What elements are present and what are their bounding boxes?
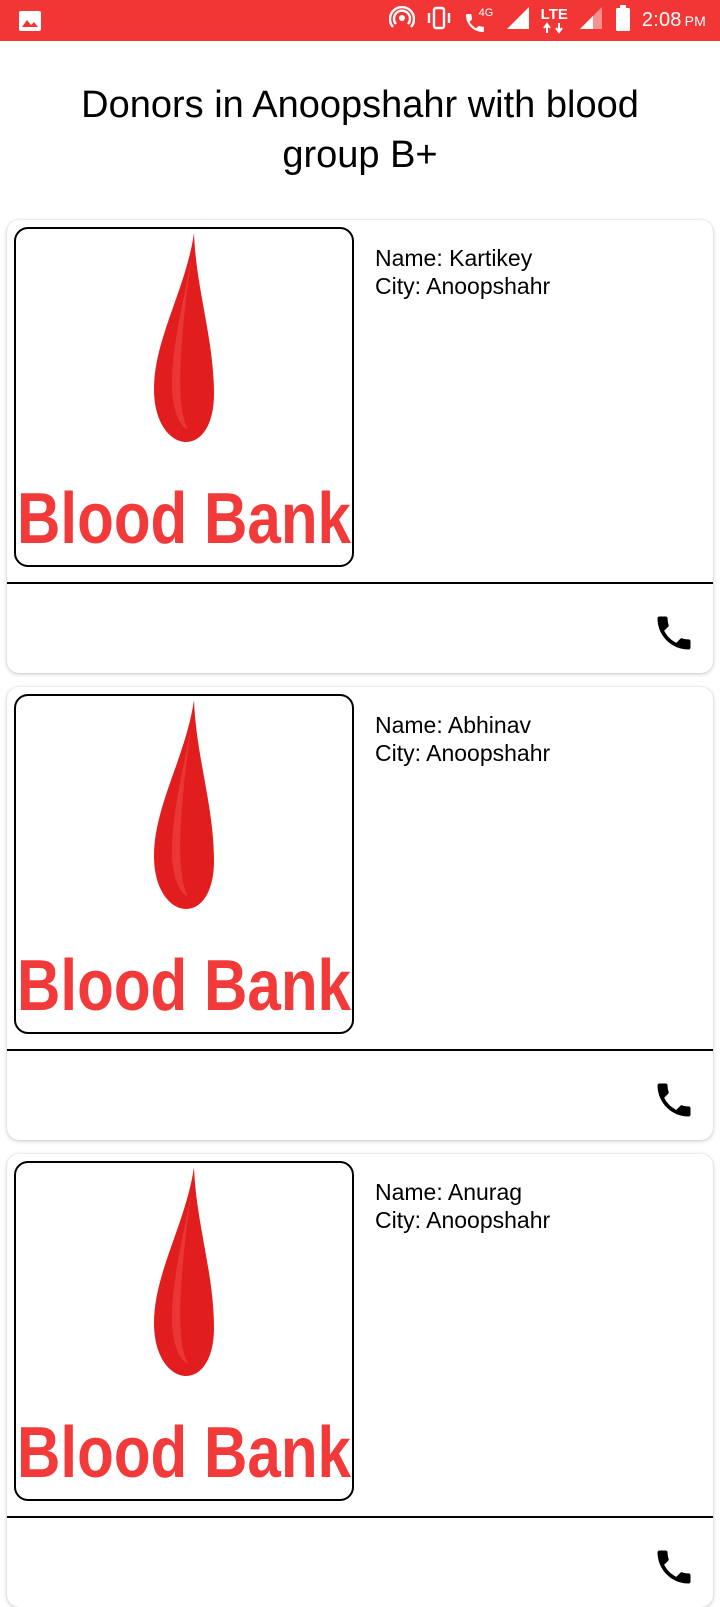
donor-card: Blood Bank Name: Abhinav City: Anoopshah…	[7, 687, 713, 1140]
clock-time: 2:08	[641, 9, 682, 31]
logo-text: Blood Bank	[17, 1413, 352, 1493]
logo-text: Blood Bank	[17, 479, 352, 559]
donor-name: Name: Abhinav	[375, 712, 531, 738]
battery-icon	[614, 4, 632, 37]
call-button[interactable]	[651, 610, 697, 656]
blood-bank-logo: Blood Bank	[14, 694, 354, 1034]
donor-info: Name: Abhinav City: Anoopshahr	[375, 711, 550, 767]
donor-city: City: Anoopshahr	[375, 273, 551, 299]
blood-bank-logo: Blood Bank	[14, 227, 354, 567]
donor-city: City: Anoopshahr	[375, 740, 551, 766]
clock-ampm: PM	[684, 13, 706, 29]
donor-info: Name: Kartikey City: Anoopshahr	[375, 244, 550, 300]
donor-city: City: Anoopshahr	[375, 1207, 551, 1233]
status-bar: 4G LTE 2:08 PM	[0, 0, 720, 41]
call-button[interactable]	[651, 1544, 697, 1590]
logo-text: Blood Bank	[17, 946, 352, 1026]
phone-icon	[657, 1083, 691, 1117]
divider	[7, 582, 713, 584]
page-title: Donors in Anoopshahr with blood group B+	[81, 84, 639, 176]
network-lte-label: LTE	[540, 5, 568, 23]
clock: 2:08 PM	[642, 9, 706, 32]
blood-bank-logo: Blood Bank	[14, 1161, 354, 1501]
network-4g-label: 4G	[478, 6, 494, 19]
phone-icon	[657, 616, 691, 650]
call-button[interactable]	[651, 1077, 697, 1123]
divider	[7, 1516, 713, 1518]
donor-info: Name: Anurag City: Anoopshahr	[375, 1178, 550, 1234]
divider	[7, 1049, 713, 1051]
wifi-call-icon: 4G	[463, 6, 495, 34]
signal-icon	[505, 5, 531, 36]
lte-icon: LTE	[540, 5, 568, 34]
donor-card: Blood Bank Name: Kartikey City: Anoopsha…	[7, 220, 713, 673]
phone-icon	[657, 1550, 691, 1584]
vibrate-icon	[425, 5, 453, 36]
signal-icon	[578, 5, 604, 36]
image-icon	[18, 9, 42, 38]
donor-card: Blood Bank Name: Anurag City: Anoopshahr	[7, 1154, 713, 1607]
donor-name: Name: Anurag	[375, 1179, 523, 1205]
donor-name: Name: Kartikey	[375, 245, 533, 271]
hotspot-icon	[388, 5, 415, 36]
